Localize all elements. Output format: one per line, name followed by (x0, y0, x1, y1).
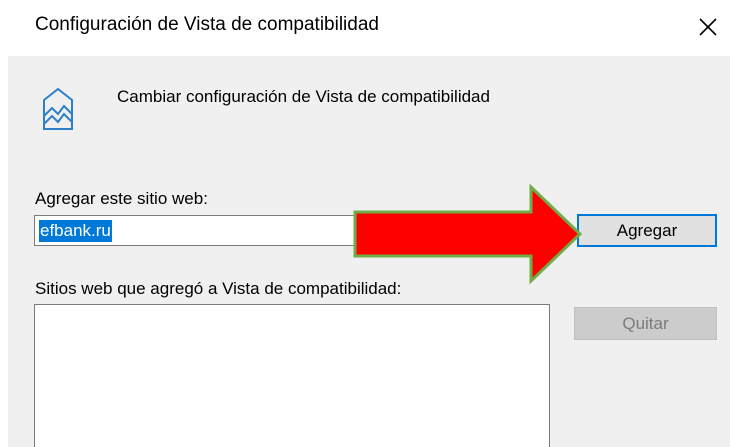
sites-list[interactable] (34, 304, 550, 447)
dialog-title: Configuración de Vista de compatibilidad (35, 14, 379, 35)
add-button[interactable]: Agregar (577, 214, 717, 247)
compatibility-view-icon (43, 87, 73, 130)
title-bar: Configuración de Vista de compatibilidad (0, 0, 730, 56)
site-input-value: efbank.ru (39, 219, 112, 242)
add-site-label: Agregar este sitio web: (35, 189, 208, 208)
close-button[interactable] (691, 10, 725, 44)
site-input[interactable]: efbank.ru (34, 215, 424, 246)
compatibility-view-dialog: Configuración de Vista de compatibilidad… (0, 0, 730, 447)
remove-button: Quitar (574, 307, 717, 340)
dialog-content: Cambiar configuración de Vista de compat… (8, 56, 730, 447)
sites-list-label: Sitios web que agregó a Vista de compati… (35, 279, 402, 298)
close-icon (699, 18, 717, 36)
header-text: Cambiar configuración de Vista de compat… (117, 87, 490, 106)
